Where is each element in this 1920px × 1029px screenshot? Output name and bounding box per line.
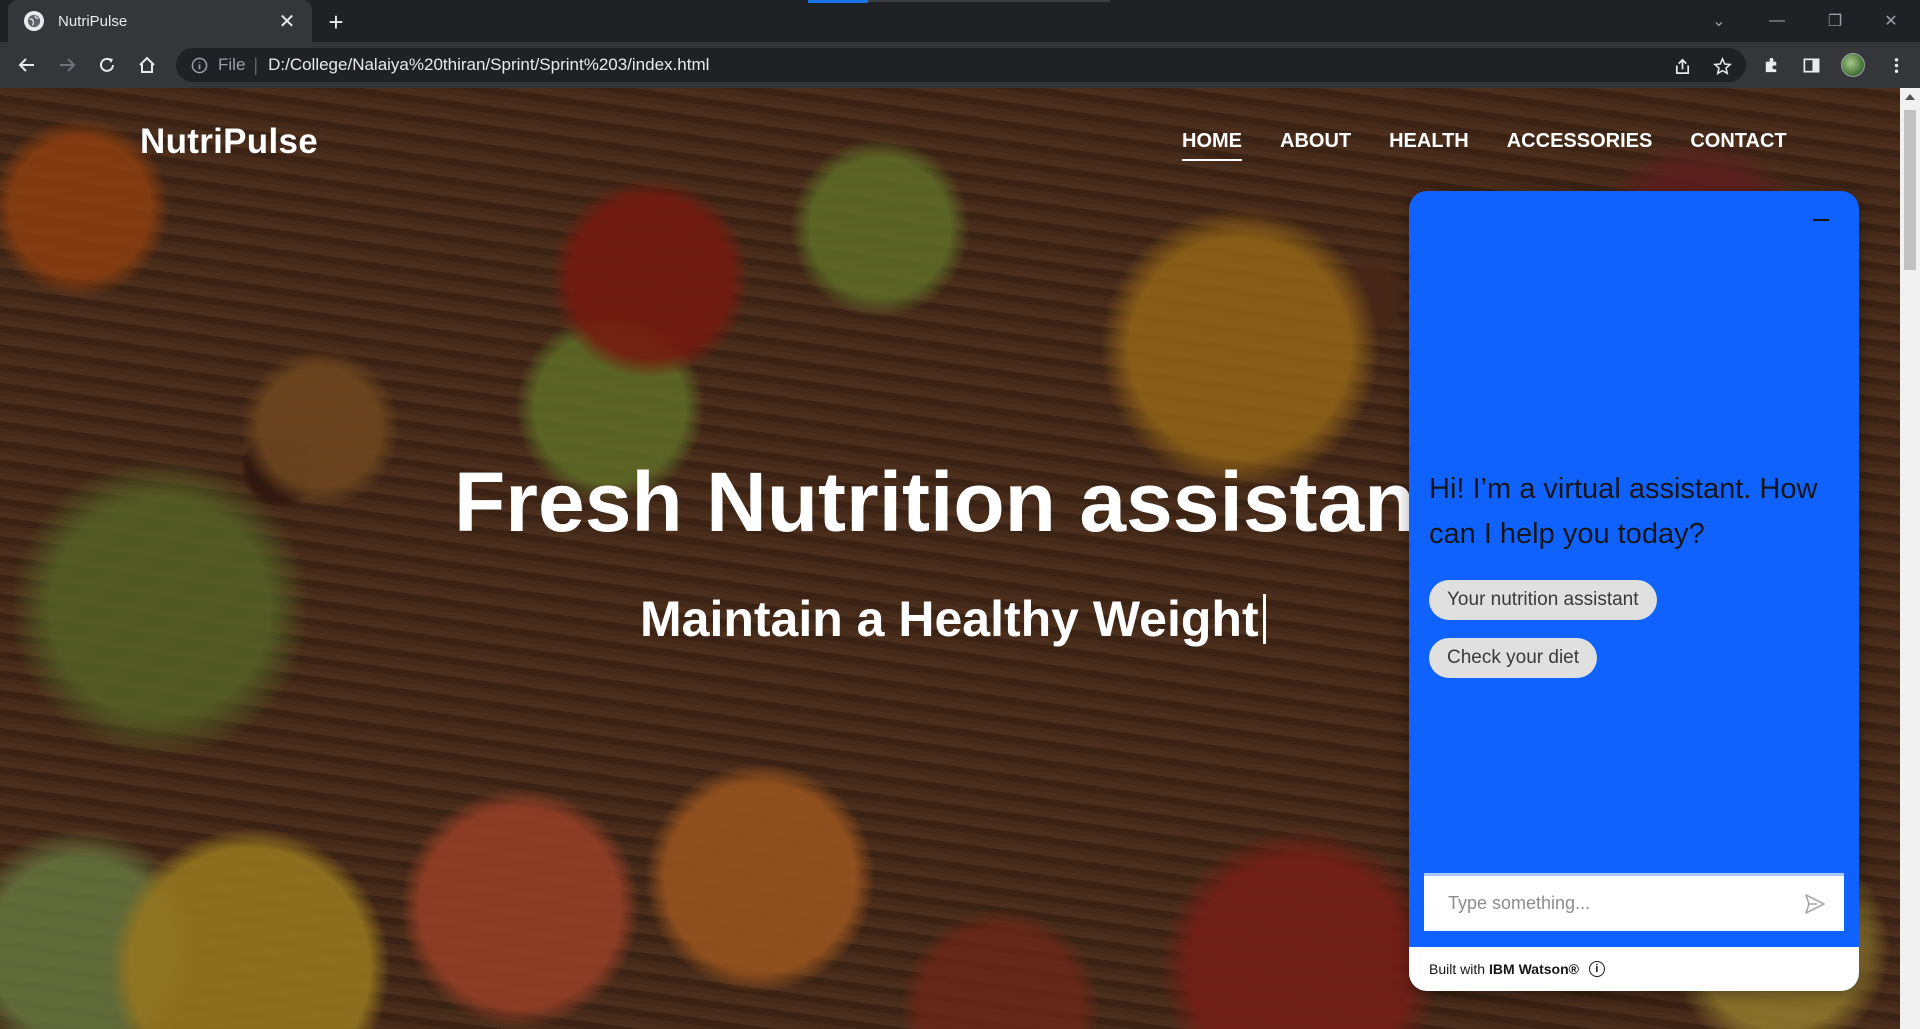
chat-widget: Hi! I’m a virtual assistant. How can I h… [1409,191,1859,991]
tab-group-line [868,0,1110,2]
browser-tab[interactable]: NutriPulse ✕ [8,0,312,42]
address-bar[interactable]: File | D:/College/Nalaiya%20thiran/Sprin… [176,48,1746,82]
scroll-thumb[interactable] [1904,110,1916,270]
back-arrow-icon [18,58,34,72]
url-scheme: File [218,55,246,74]
tab-strip: NutriPulse ✕ + ⌄ — ❐ ✕ [0,0,1920,42]
option-nutrition-assistant[interactable]: Your nutrition assistant [1429,580,1657,620]
scroll-up-arrow[interactable] [1905,94,1915,100]
tab-search-icon[interactable]: ⌄ [1690,0,1748,42]
info-icon[interactable] [190,56,208,74]
extensions-icon[interactable] [1759,53,1783,77]
footer-brand: IBM Watson® [1489,961,1579,977]
info-icon[interactable]: i [1588,961,1605,977]
option-check-diet[interactable]: Check your diet [1429,638,1598,678]
close-window-button[interactable]: ✕ [1862,0,1920,42]
assistant-greeting: Hi! I’m a virtual assistant. How can I h… [1429,473,1818,550]
nav-about[interactable]: ABOUT [1280,130,1351,161]
home-button[interactable] [133,51,161,79]
hero-title: Fresh Nutrition assistan [454,455,1416,549]
hero-subtitle: Maintain a Healthy Weight [640,590,1266,648]
new-tab-button[interactable]: + [322,7,350,37]
restore-button[interactable]: ❐ [1806,0,1864,42]
bookmark-star-icon[interactable] [1712,56,1732,76]
chat-input[interactable]: Type something... [1424,873,1844,931]
close-tab-icon[interactable]: ✕ [276,10,298,33]
typing-cursor [1262,594,1266,644]
nav-health[interactable]: HEALTH [1389,130,1469,161]
hero-subtitle-text: Maintain a Healthy Weight [640,591,1259,647]
send-icon[interactable] [1800,889,1830,919]
nav-accessories[interactable]: ACCESSORIES [1507,130,1653,161]
tab-title: NutriPulse [58,12,128,30]
nav-home[interactable]: HOME [1182,130,1242,161]
url-separator: | [253,54,259,75]
globe-icon [24,11,44,31]
share-icon[interactable] [1672,56,1692,76]
reload-icon [100,57,114,72]
browser-toolbar: File | D:/College/Nalaiya%20thiran/Sprin… [0,42,1920,88]
more-menu-icon[interactable] [1884,53,1908,77]
footer-prefix: Built with [1429,961,1486,977]
site-logo[interactable]: NutriPulse [140,122,318,162]
home-icon [139,56,155,73]
url-text: D:/College/Nalaiya%20thiran/Sprint/Sprin… [268,55,710,74]
reload-button[interactable] [93,51,121,79]
main-nav: HOME ABOUT HEALTH ACCESSORIES CONTACT [1182,130,1787,161]
minimize-button[interactable]: — [1748,0,1806,42]
tab-group-accent [808,0,868,3]
forward-arrow-icon [60,58,76,72]
minimize-chat-icon[interactable] [1813,219,1829,221]
chat-input-placeholder: Type something... [1448,893,1591,913]
side-panel-icon[interactable] [1799,53,1823,77]
nav-contact[interactable]: CONTACT [1690,130,1786,161]
page-scrollbar[interactable] [1900,88,1920,1029]
chat-footer: Built with IBM Watson® i [1409,947,1859,991]
forward-button[interactable] [53,51,81,79]
back-button[interactable] [13,51,41,79]
profile-avatar[interactable] [1841,53,1865,77]
